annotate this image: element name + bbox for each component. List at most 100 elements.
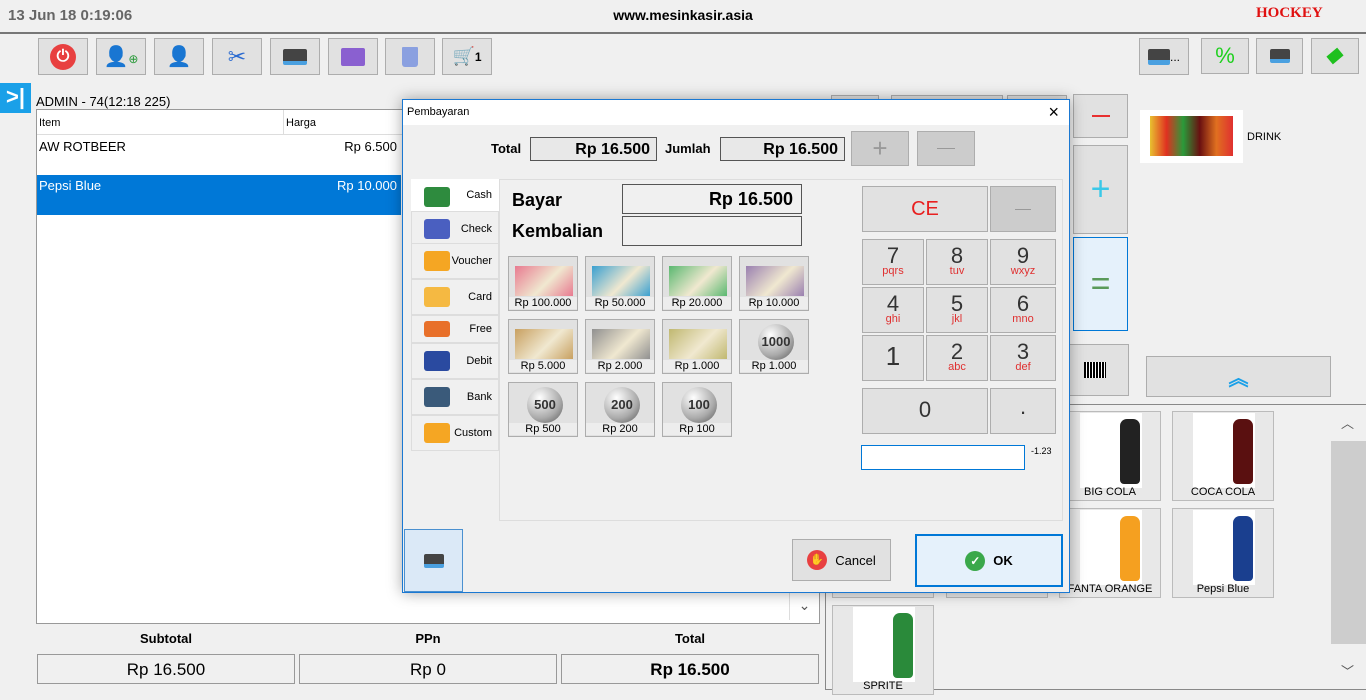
denomination-button[interactable]: 100 Rp 100 bbox=[662, 382, 732, 437]
scrollbar-thumb[interactable] bbox=[1331, 441, 1366, 644]
cash-register-button[interactable] bbox=[328, 38, 378, 75]
close-icon[interactable]: × bbox=[1048, 102, 1059, 123]
ok-button[interactable]: ✓ OK bbox=[915, 534, 1063, 587]
key-dot[interactable]: . bbox=[990, 388, 1056, 434]
denomination-button[interactable]: Rp 20.000 bbox=[662, 256, 732, 311]
key-9[interactable]: 9 wxyz bbox=[990, 239, 1056, 285]
double-chevron-up-icon: ︽ bbox=[1228, 368, 1249, 390]
barcode-button[interactable] bbox=[1060, 344, 1129, 396]
scroll-down-button[interactable]: ⌄ bbox=[789, 590, 819, 620]
coin-icon: 500 bbox=[527, 387, 563, 423]
print-receipt-button[interactable] bbox=[404, 529, 463, 592]
jumlah-plus-button[interactable]: + bbox=[851, 131, 909, 166]
total-value: Rp 16.500 bbox=[561, 654, 819, 684]
cancel-button[interactable]: ✋ Cancel bbox=[792, 539, 891, 581]
key-letters: mno bbox=[1012, 313, 1034, 325]
product-tile[interactable]: FANTA ORANGE bbox=[1059, 508, 1161, 598]
tab-label: Check bbox=[460, 223, 492, 235]
scroll-up-button[interactable]: ︽ bbox=[1146, 356, 1331, 397]
equals-button[interactable]: = bbox=[1073, 237, 1128, 331]
denomination-label: Rp 100.000 bbox=[509, 297, 577, 309]
cart-button[interactable]: 🛒 1 bbox=[442, 38, 492, 75]
user-button[interactable]: 👤 bbox=[154, 38, 204, 75]
column-header-item[interactable]: Item bbox=[37, 110, 284, 135]
tab-cash[interactable]: Cash bbox=[411, 179, 499, 211]
delete-button[interactable] bbox=[385, 38, 435, 75]
product-image bbox=[1193, 510, 1255, 585]
tab-voucher[interactable]: Voucher bbox=[411, 243, 499, 279]
product-tile[interactable]: COCA COLA bbox=[1172, 411, 1274, 501]
table-row-selected[interactable]: Pepsi Blue Rp 10.000 bbox=[37, 175, 401, 215]
ce-button[interactable]: CE bbox=[862, 186, 988, 232]
jumlah-minus-button[interactable] bbox=[917, 131, 975, 166]
add-user-button[interactable]: 👤⊕ bbox=[96, 38, 146, 75]
check-icon bbox=[424, 219, 450, 239]
denomination-button[interactable]: Rp 10.000 bbox=[739, 256, 809, 311]
eraser-button[interactable] bbox=[1311, 38, 1359, 74]
denomination-button[interactable]: Rp 100.000 bbox=[508, 256, 578, 311]
key-7[interactable]: 7 pqrs bbox=[862, 239, 924, 285]
tab-card[interactable]: Card bbox=[411, 279, 499, 315]
denomination-button[interactable]: Rp 5.000 bbox=[508, 319, 578, 374]
ok-label: OK bbox=[993, 553, 1013, 568]
product-image bbox=[853, 607, 915, 682]
banknote-icon bbox=[669, 329, 727, 359]
print-button[interactable] bbox=[1256, 38, 1303, 74]
denomination-button[interactable]: Rp 1.000 bbox=[662, 319, 732, 374]
key-6[interactable]: 6 mno bbox=[990, 287, 1056, 333]
key-2[interactable]: 2 abc bbox=[926, 335, 988, 381]
denomination-label: Rp 500 bbox=[509, 423, 577, 435]
chevron-down-icon: ⌄ bbox=[798, 597, 811, 613]
denomination-button[interactable]: Rp 50.000 bbox=[585, 256, 655, 311]
tab-label: Custom bbox=[454, 427, 492, 439]
tab-check[interactable]: Check bbox=[411, 211, 499, 247]
key-digit: 7 bbox=[886, 243, 900, 268]
key-1[interactable]: 1 bbox=[862, 335, 924, 381]
kembalian-label: Kembalian bbox=[512, 221, 604, 241]
key-5[interactable]: 5 jkl bbox=[926, 287, 988, 333]
category-drink-button[interactable] bbox=[1140, 110, 1243, 163]
key-digit: 3 bbox=[1016, 339, 1030, 364]
tab-custom[interactable]: Custom bbox=[411, 415, 499, 451]
reprint-button[interactable] bbox=[270, 38, 320, 75]
amount-input[interactable] bbox=[861, 445, 1025, 470]
discount-button[interactable]: % bbox=[1201, 38, 1249, 74]
product-tile[interactable]: BIG COLA bbox=[1059, 411, 1161, 501]
tab-free[interactable]: Free bbox=[411, 315, 499, 343]
backspace-button[interactable] bbox=[990, 186, 1056, 232]
scrollbar[interactable]: ︿ ﹀ bbox=[1331, 405, 1366, 689]
tab-bank[interactable]: Bank bbox=[411, 379, 499, 415]
site-url: www.mesinkasir.asia bbox=[613, 7, 753, 23]
cut-button[interactable]: ✂ bbox=[212, 38, 262, 75]
decrease-button[interactable] bbox=[1073, 94, 1128, 138]
product-tile[interactable]: SPRITE bbox=[832, 605, 934, 695]
denomination-button[interactable]: Rp 2.000 bbox=[585, 319, 655, 374]
product-tile[interactable]: Pepsi Blue bbox=[1172, 508, 1274, 598]
printer-icon bbox=[1269, 49, 1290, 63]
printer-icon bbox=[1147, 48, 1170, 65]
power-button[interactable]: ⏻ bbox=[38, 38, 88, 75]
dialog-title: Pembayaran bbox=[407, 106, 470, 118]
key-letters: def bbox=[1015, 361, 1031, 373]
key-letters: tuv bbox=[949, 265, 965, 277]
denomination-button[interactable]: 200 Rp 200 bbox=[585, 382, 655, 437]
key-4[interactable]: 4 ghi bbox=[862, 287, 924, 333]
cash-icon bbox=[424, 187, 450, 207]
printer-options-button[interactable]: ... bbox=[1139, 38, 1189, 75]
tab-label: Debit bbox=[466, 355, 492, 367]
denomination-button[interactable]: 1000 Rp 1.000 bbox=[739, 319, 809, 374]
key-0[interactable]: 0 bbox=[862, 388, 988, 434]
tab-debit[interactable]: Debit bbox=[411, 343, 499, 379]
increase-button[interactable]: + bbox=[1073, 145, 1128, 234]
key-8[interactable]: 8 tuv bbox=[926, 239, 988, 285]
sidebar-toggle-button[interactable]: >| bbox=[0, 83, 31, 113]
denomination-button[interactable]: 500 Rp 500 bbox=[508, 382, 578, 437]
percent-icon: % bbox=[1215, 43, 1235, 68]
tab-label: Voucher bbox=[451, 255, 492, 267]
denomination-label: Rp 2.000 bbox=[586, 360, 654, 372]
table-row[interactable]: AW ROTBEER Rp 6.500 bbox=[37, 136, 401, 176]
column-header-harga[interactable]: Harga bbox=[284, 110, 404, 135]
minus-icon bbox=[1091, 115, 1110, 117]
key-3[interactable]: 3 def bbox=[990, 335, 1056, 381]
minus-icon bbox=[937, 148, 955, 149]
